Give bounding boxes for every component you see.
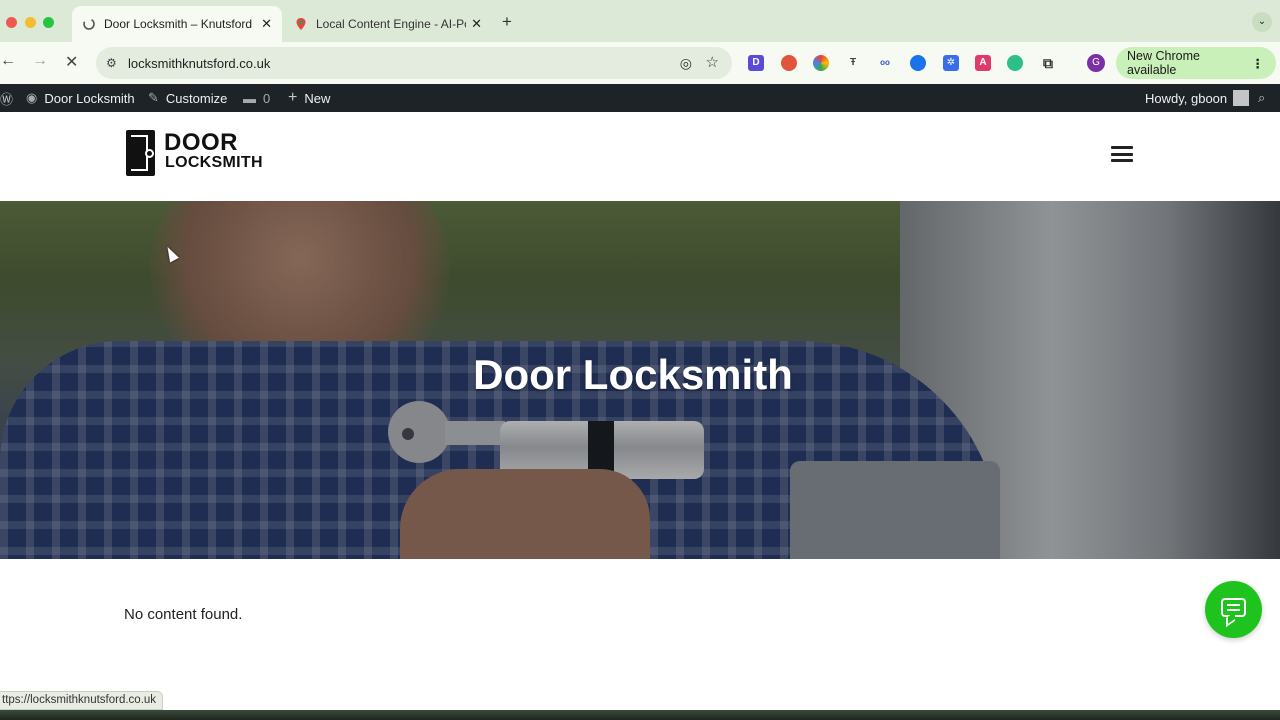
plus-icon: + [288,89,298,106]
hamburger-menu-icon[interactable] [1111,146,1133,162]
update-label: New Chrome available [1127,49,1200,77]
extension-gear-icon[interactable]: ✲ [943,55,959,71]
tab-close-icon[interactable]: ✕ [261,16,272,32]
wp-admin-bar: Ⓦ ◉ Door Locksmith ✎ Customize ▬ 0 + New… [0,84,1280,112]
tab-door-locksmith[interactable]: Door Locksmith – Knutsford E ✕ [72,6,282,42]
comment-icon: ▬ [243,90,256,106]
extension-a-icon[interactable]: A [975,55,991,71]
hero-title: Door Locksmith [473,351,793,398]
site-header: DOOR LOCKSMITH [0,112,1280,201]
extension-translate-icon[interactable]: Ŧ [845,55,861,71]
eye-off-icon[interactable]: ◎ [680,55,692,72]
admin-comments[interactable]: ▬ 0 [243,84,270,112]
tab-title: Local Content Engine - AI-Po [316,17,466,31]
logo-word-door: DOOR [164,129,238,156]
maximize-window-button[interactable] [43,17,54,28]
admin-customize[interactable]: ✎ Customize [148,84,227,112]
address-bar[interactable]: ⚙ locksmithknutsford.co.uk ◎ ☆ [96,47,732,79]
admin-search-icon[interactable]: ⌕ [1258,84,1272,112]
extension-seo-icon[interactable]: oo [877,55,893,71]
extension-blue-circle-icon[interactable] [910,55,926,71]
browser-tab-strip: Door Locksmith – Knutsford E ✕ Local Con… [0,0,1280,42]
comments-count: 0 [263,90,271,106]
new-chrome-available-button[interactable]: New Chrome available ⋮ [1116,47,1276,79]
site-name-label: Door Locksmith [44,90,135,106]
new-tab-button[interactable]: + [502,12,512,32]
site-logo[interactable]: DOOR LOCKSMITH [126,129,271,179]
extension-colorwheel-icon[interactable] [813,55,829,71]
extensions-puzzle-icon[interactable]: ⧉ [1040,55,1056,71]
customize-label: Customize [165,90,228,106]
greeting-label: Howdy, gboon [1145,90,1228,106]
status-bar-url: ttps://locksmithknutsford.co.uk [0,691,164,710]
extension-green-icon[interactable] [1007,55,1023,71]
no-content-message: No content found. [124,606,243,623]
site-info-icon[interactable]: ⚙ [106,56,124,70]
tab-local-content-engine[interactable]: Local Content Engine - AI-Po ✕ [286,6,492,42]
chat-widget-button[interactable] [1205,581,1262,638]
close-window-button[interactable] [6,17,17,28]
loading-favicon-icon [83,18,95,30]
admin-site-name[interactable]: ◉ Door Locksmith [26,84,135,112]
logo-word-locksmith: LOCKSMITH [165,154,263,171]
minimize-window-button[interactable] [25,17,36,28]
dashboard-icon: ◉ [26,90,38,105]
wordpress-logo-icon[interactable]: Ⓦ [0,84,20,112]
door-key-logo-icon [126,130,155,176]
stop-loading-icon[interactable]: ✕ [65,52,78,72]
chat-bubble-icon [1221,598,1246,617]
admin-new[interactable]: + New [288,84,330,112]
tab-close-icon[interactable]: ✕ [471,16,482,32]
os-dock-edge [0,710,1280,720]
browser-toolbar: ← → ✕ ⚙ locksmithknutsford.co.uk ◎ ☆ D Ŧ… [0,42,1280,84]
address-url[interactable]: locksmithknutsford.co.uk [128,56,270,71]
more-menu-icon[interactable]: ⋮ [1252,56,1265,71]
admin-account[interactable]: Howdy, gboon [1145,84,1250,112]
profile-avatar[interactable]: G [1087,54,1105,72]
user-avatar [1233,90,1250,106]
back-arrow-icon[interactable]: ← [0,52,16,70]
hero-banner: Door Locksmith [0,201,1280,559]
extension-d-icon[interactable]: D [748,55,764,71]
bookmark-star-icon[interactable]: ☆ [706,53,719,71]
brush-icon: ✎ [148,90,159,105]
tab-search-chevron-icon[interactable]: ⌄ [1252,12,1272,32]
tab-title: Door Locksmith – Knutsford E [104,17,254,31]
map-pin-favicon-icon [296,18,306,30]
forward-arrow-icon[interactable]: → [32,52,48,70]
new-label: New [304,90,331,106]
extension-orange-icon[interactable] [781,55,797,71]
